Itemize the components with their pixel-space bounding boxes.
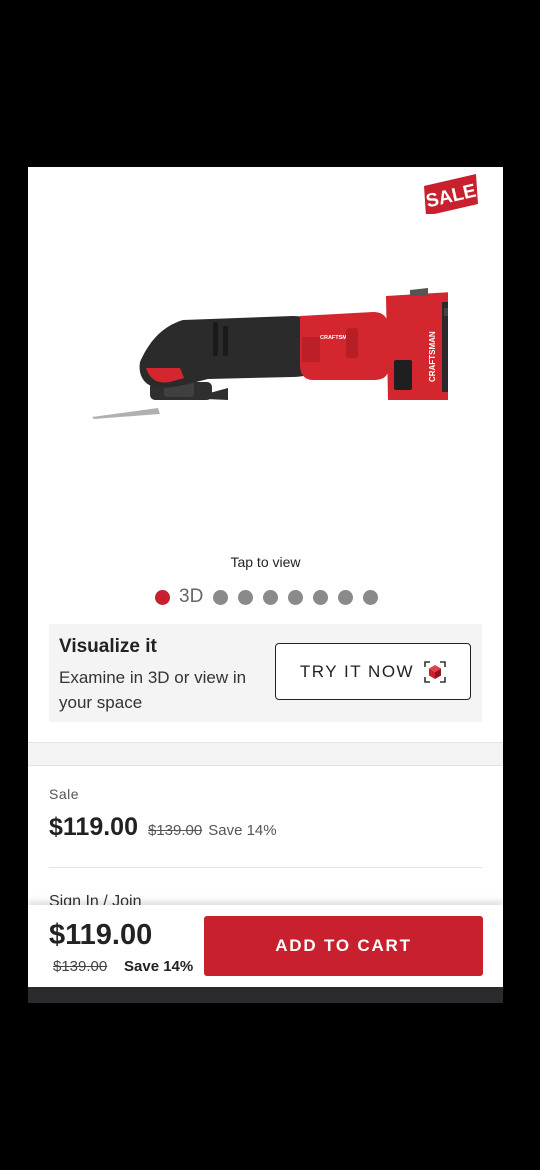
sticky-savings-text: Save 14% xyxy=(124,958,194,975)
bottom-nav-bar xyxy=(28,987,503,1003)
pagination-dot[interactable] xyxy=(263,589,279,605)
add-to-cart-button[interactable]: ADD TO CART xyxy=(204,916,483,976)
pagination-dot[interactable] xyxy=(338,589,354,605)
try-it-now-button[interactable]: TRY IT NOW xyxy=(275,643,471,700)
original-price: $139.00 xyxy=(148,822,203,839)
pagination-dot-active[interactable] xyxy=(155,589,170,605)
tap-to-view-label[interactable]: Tap to view xyxy=(28,554,503,570)
sale-badge: SALE xyxy=(424,174,478,214)
gallery-pagination: 3D xyxy=(155,587,388,607)
pagination-3d-label[interactable]: 3D xyxy=(179,587,203,607)
price-row: $119.00 $139.00 Save 14% xyxy=(49,813,277,842)
price-type-label: Sale xyxy=(49,786,80,802)
pagination-dot[interactable] xyxy=(238,589,254,605)
try-it-now-label: TRY IT NOW xyxy=(299,661,415,681)
pagination-dot[interactable] xyxy=(313,589,329,605)
product-page: SALE CRAFTSMAN CRAFTSMAN Tap to view 3D xyxy=(28,167,503,1003)
sticky-purchase-bar: $119.00 $139.00 Save 14% ADD TO CART xyxy=(28,905,503,987)
ar-cube-icon xyxy=(424,660,446,683)
pagination-dot[interactable] xyxy=(213,589,229,605)
visualize-title: Visualize it xyxy=(59,636,157,657)
sticky-original-price: $139.00 xyxy=(53,958,108,975)
pagination-dot[interactable] xyxy=(288,589,304,605)
visualize-description: Examine in 3D or view in your space xyxy=(59,668,247,712)
savings-text: Save 14% xyxy=(208,822,277,839)
divider xyxy=(49,867,482,868)
svg-text:CRAFTSMAN: CRAFTSMAN xyxy=(428,331,437,382)
product-image[interactable]: CRAFTSMAN CRAFTSMAN xyxy=(88,282,448,422)
section-separator xyxy=(28,742,503,766)
sticky-sale-price: $119.00 xyxy=(49,919,153,951)
pagination-dot[interactable] xyxy=(363,589,379,605)
visualize-panel: Visualize it Examine in 3D or view in yo… xyxy=(49,624,482,722)
sale-price: $119.00 xyxy=(49,813,138,841)
